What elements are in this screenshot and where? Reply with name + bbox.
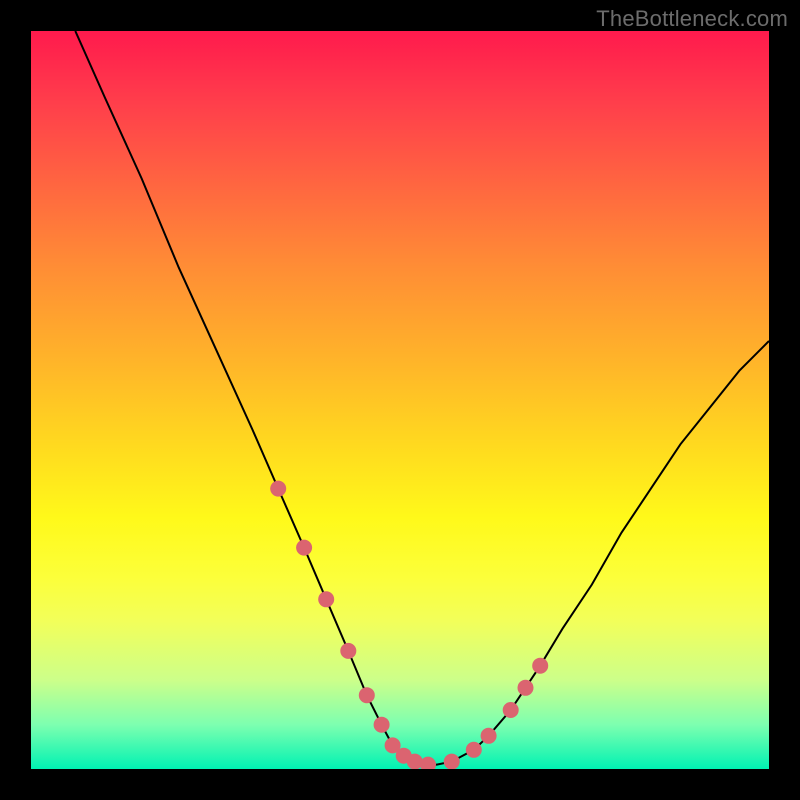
chart-svg xyxy=(31,31,769,769)
marker-group xyxy=(270,481,548,769)
bottleneck-curve xyxy=(75,31,769,765)
watermark-text: TheBottleneck.com xyxy=(596,6,788,32)
plot-area xyxy=(31,31,769,769)
marker-point xyxy=(340,643,356,659)
marker-point xyxy=(518,680,534,696)
marker-point xyxy=(444,754,460,769)
marker-point xyxy=(420,757,436,769)
marker-point xyxy=(270,481,286,497)
marker-point xyxy=(481,728,497,744)
marker-point xyxy=(359,687,375,703)
marker-point xyxy=(318,591,334,607)
marker-point xyxy=(503,702,519,718)
marker-point xyxy=(466,742,482,758)
chart-frame: TheBottleneck.com xyxy=(0,0,800,800)
marker-point xyxy=(374,717,390,733)
marker-point xyxy=(296,540,312,556)
marker-point xyxy=(532,658,548,674)
